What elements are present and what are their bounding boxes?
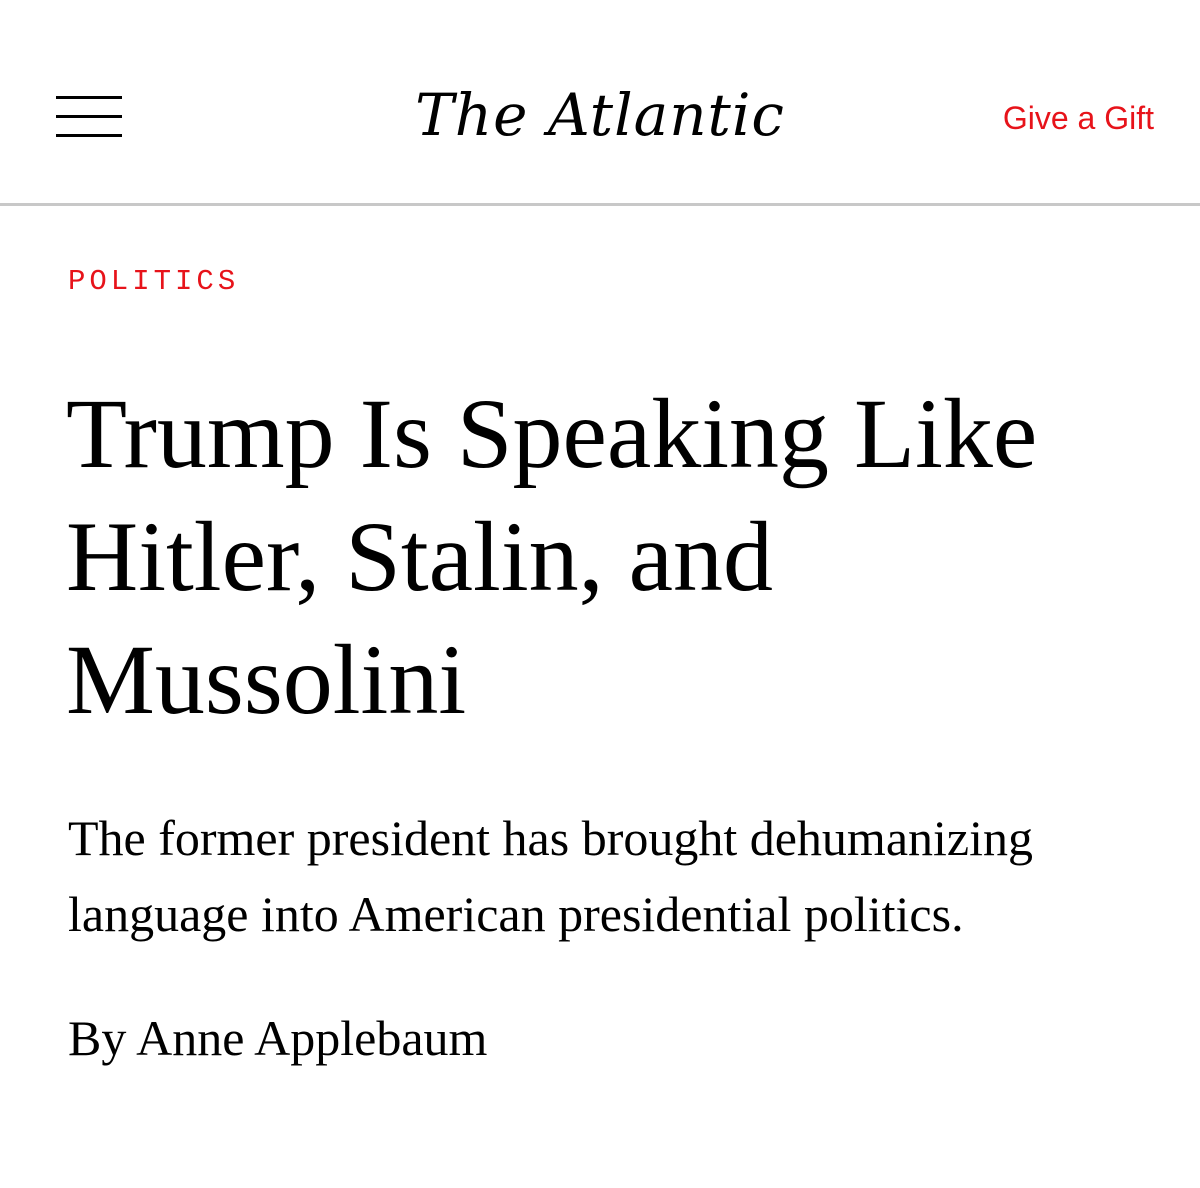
site-header: The Atlantic Give a Gift bbox=[0, 0, 1200, 206]
article-dek: The former president has brought dehuman… bbox=[68, 810, 1033, 942]
give-a-gift-link[interactable]: Give a Gift bbox=[1003, 98, 1154, 138]
article-headline: Trump Is Speaking Like Hitler, Stalin, a… bbox=[66, 378, 1038, 735]
article-byline[interactable]: By Anne Applebaum bbox=[68, 1008, 487, 1068]
section-label[interactable]: POLITICS bbox=[68, 264, 239, 300]
